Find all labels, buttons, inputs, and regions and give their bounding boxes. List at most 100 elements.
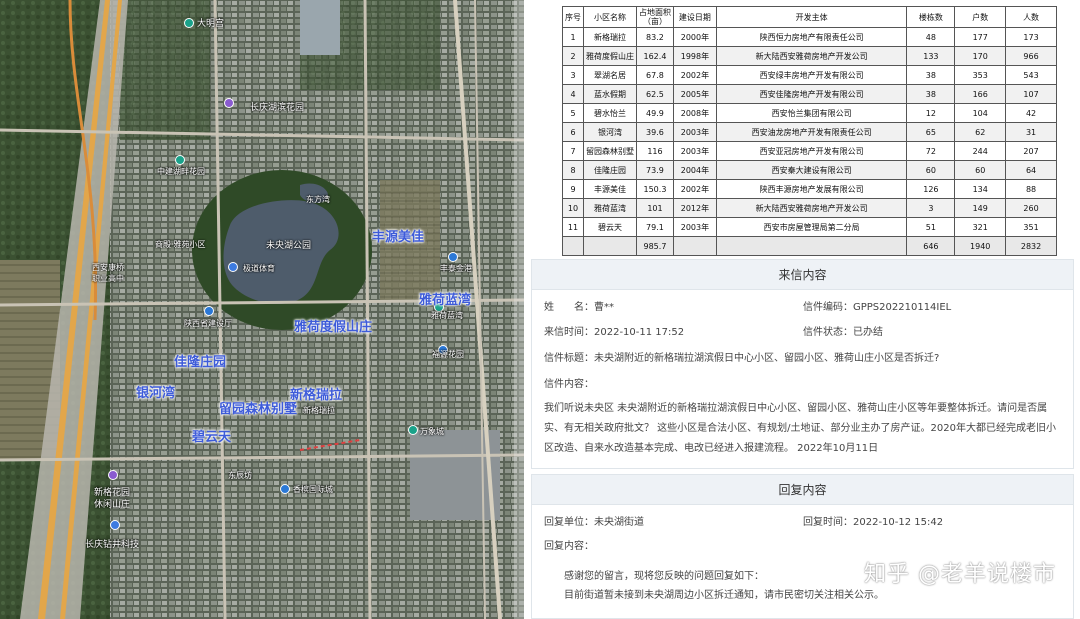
table-cell: 60 bbox=[954, 160, 1007, 180]
table-cell: 西安绿丰房地产开发有限公司 bbox=[715, 65, 908, 85]
poi-pin-icon bbox=[224, 98, 234, 108]
poi-label: 新格花园 休闲山庄 bbox=[94, 488, 131, 510]
table-cell: 48 bbox=[906, 27, 956, 47]
reply-time-label: 回复时间： bbox=[803, 517, 853, 528]
poi-pin-icon bbox=[108, 470, 118, 480]
table-cell bbox=[672, 236, 717, 256]
watermark: 知乎 @老羊说楼市 bbox=[864, 562, 1056, 587]
table-cell: 西安亚冠房地产开发有限公司 bbox=[715, 141, 908, 161]
table-cell: 4 bbox=[562, 84, 584, 104]
table-cell: 101 bbox=[635, 198, 674, 218]
reply-panel-title: 回复内容 bbox=[532, 475, 1073, 505]
table-cell: 1940 bbox=[954, 236, 1007, 256]
table-cell: 西安秦大建设有限公司 bbox=[715, 160, 908, 180]
table-cell: 134 bbox=[954, 179, 1007, 199]
reply-unit-value: 未央湖街道 bbox=[594, 517, 644, 528]
table-cell: 7 bbox=[562, 141, 584, 161]
table-cell: 雅荷蓝湾 bbox=[582, 198, 637, 218]
subject-value: 未央湖附近的新格瑞拉湖滨假日中心小区、留园小区、雅荷山庄小区是否拆迁? bbox=[594, 353, 940, 364]
reply-content-label: 回复内容： bbox=[544, 541, 594, 552]
table-cell: 3 bbox=[562, 65, 584, 85]
table-cell: 64 bbox=[1005, 160, 1057, 180]
table-cell: 2002年 bbox=[672, 179, 717, 199]
table-cell: 39.6 bbox=[635, 122, 674, 142]
community-label-jialong: 佳隆庄园 bbox=[174, 355, 227, 370]
table-cell: 碧云天 bbox=[582, 217, 637, 237]
table-row: 6 银河湾 39.6 2003年 西安油龙房地产开发有限责任公司 65 62 31 bbox=[562, 122, 1057, 142]
poi-label: 长庆湖滨花园 bbox=[250, 103, 305, 113]
poi-pin-icon bbox=[184, 18, 194, 28]
table-cell: 陕西恒力房地产有限责任公司 bbox=[715, 27, 908, 47]
col-header: 楼栋数 bbox=[906, 6, 956, 28]
community-label-yahe-dujia: 雅荷度假山庄 bbox=[294, 320, 373, 335]
status-label: 信件状态： bbox=[803, 327, 853, 338]
code-value: GPPS202210114IEL bbox=[853, 302, 952, 313]
table-cell: 150.3 bbox=[635, 179, 674, 199]
table-cell: 207 bbox=[1005, 141, 1057, 161]
table-row: 5 碧水怡兰 49.9 2008年 西安怡兰集团有限公司 12 104 42 bbox=[562, 103, 1057, 123]
table-cell: 72 bbox=[906, 141, 956, 161]
reply-line-2: 目前街道暂未接到未央湖周边小区拆迁通知，请市民密切关注相关公示。 bbox=[564, 590, 884, 601]
poi-label: 福源花园 bbox=[432, 350, 464, 359]
table-cell: 177 bbox=[954, 27, 1007, 47]
table-cell: 西安市房屋管理局第二分局 bbox=[715, 217, 908, 237]
table-row: 10 雅荷蓝湾 101 2012年 新大陆西安雅荷房地产开发公司 3 149 260 bbox=[562, 198, 1057, 218]
table-cell: 留园森林别墅 bbox=[582, 141, 637, 161]
poi-label: 极道体育 bbox=[243, 264, 275, 273]
letter-name-row: 姓 名：曹** bbox=[544, 298, 614, 313]
poi-label: 雅荷蓝湾 bbox=[431, 311, 463, 320]
col-header: 户数 bbox=[954, 6, 1007, 28]
table-cell: 丰源美佳 bbox=[582, 179, 637, 199]
table-cell: 79.1 bbox=[635, 217, 674, 237]
table-cell bbox=[562, 236, 584, 256]
community-label-yahe-lanwan: 雅荷蓝湾 bbox=[419, 293, 472, 308]
table-row: 3 翠湖名居 67.8 2002年 西安绿丰房地产开发有限公司 38 353 543 bbox=[562, 65, 1057, 85]
table-cell: 104 bbox=[954, 103, 1007, 123]
table-cell bbox=[715, 236, 908, 256]
table-cell: 西安油龙房地产开发有限责任公司 bbox=[715, 122, 908, 142]
col-header: 开发主体 bbox=[715, 6, 908, 28]
reply-time-value: 2022-10-12 15:42 bbox=[853, 517, 944, 528]
poi-label: 陕西省建设厅 bbox=[184, 319, 232, 328]
col-header: 人数 bbox=[1005, 6, 1057, 28]
name-label: 姓 名： bbox=[544, 302, 594, 313]
table-cell: 353 bbox=[954, 65, 1007, 85]
col-header: 建设日期 bbox=[672, 6, 717, 28]
name-value: 曹** bbox=[594, 302, 614, 313]
table-row: 8 佳隆庄园 73.9 2004年 西安秦大建设有限公司 60 60 64 bbox=[562, 160, 1057, 180]
community-table: 序号 小区名称 占地面积 （亩） 建设日期 开发主体 楼栋数 户数 人数 1 新格… bbox=[562, 6, 1057, 256]
table-cell: 173 bbox=[1005, 27, 1057, 47]
table-cell: 107 bbox=[1005, 84, 1057, 104]
table-cell bbox=[582, 236, 637, 256]
table-cell: 2000年 bbox=[672, 27, 717, 47]
table-cell: 2008年 bbox=[672, 103, 717, 123]
community-label-xingelaila: 新格瑞拉 bbox=[290, 388, 343, 403]
table-cell: 985.7 bbox=[635, 236, 674, 256]
community-label-fengyuan: 丰源美佳 bbox=[372, 230, 425, 245]
table-cell: 166 bbox=[954, 84, 1007, 104]
table-cell: 116 bbox=[635, 141, 674, 161]
table-cell: 170 bbox=[954, 46, 1007, 66]
community-label-liuyuan: 留园森林别墅 bbox=[219, 402, 298, 417]
map-imagery bbox=[0, 0, 524, 619]
table-cell: 543 bbox=[1005, 65, 1057, 85]
table-cell: 83.2 bbox=[635, 27, 674, 47]
subject-label: 信件标题： bbox=[544, 353, 594, 364]
table-cell: 佳隆庄园 bbox=[582, 160, 637, 180]
table-cell: 351 bbox=[1005, 217, 1057, 237]
table-cell: 1 bbox=[562, 27, 584, 47]
table-cell: 2003年 bbox=[672, 122, 717, 142]
table-cell: 新格瑞拉 bbox=[582, 27, 637, 47]
satellite-map: 未央湖公园 丰源美佳 雅荷蓝湾 雅荷度假山庄 佳隆庄园 银河湾 新格瑞拉 留园森… bbox=[0, 0, 524, 619]
table-cell: 9 bbox=[562, 179, 584, 199]
table-cell: 2005年 bbox=[672, 84, 717, 104]
table-cell: 10 bbox=[562, 198, 584, 218]
table-cell: 966 bbox=[1005, 46, 1057, 66]
reply-unit-row: 回复单位：未央湖街道 bbox=[544, 513, 644, 528]
table-cell: 73.9 bbox=[635, 160, 674, 180]
poi-label: 香槟国际城 bbox=[293, 485, 333, 494]
table-cell: 62.5 bbox=[635, 84, 674, 104]
table-header-row: 序号 小区名称 占地面积 （亩） 建设日期 开发主体 楼栋数 户数 人数 bbox=[562, 6, 1057, 28]
table-cell: 雅荷度假山庄 bbox=[582, 46, 637, 66]
reply-time-row: 回复时间：2022-10-12 15:42 bbox=[803, 513, 943, 528]
